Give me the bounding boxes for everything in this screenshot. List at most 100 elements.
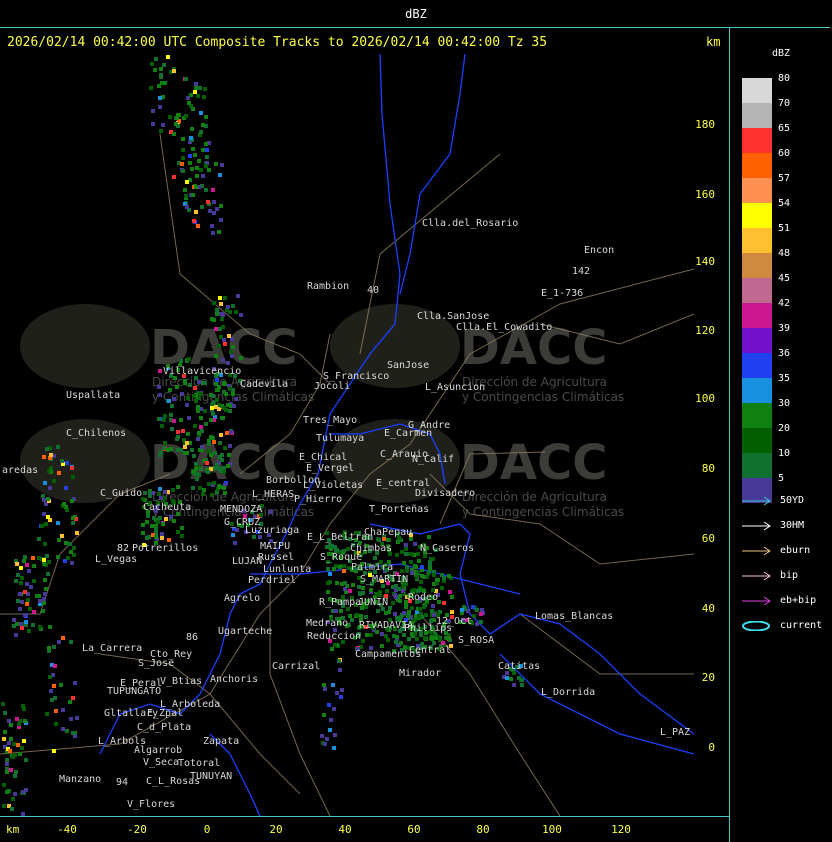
- place-label[interactable]: Jocoli: [314, 381, 350, 392]
- echo-pixel: [194, 399, 198, 403]
- place-label[interactable]: Cacheuta: [143, 502, 191, 513]
- place-label[interactable]: Lunlunta: [263, 564, 311, 575]
- place-label[interactable]: Clla.El_Cowadito: [456, 322, 552, 333]
- place-label[interactable]: TUPUNGATO: [107, 686, 161, 697]
- place-label[interactable]: V_Seca: [143, 757, 179, 768]
- place-label[interactable]: E_1-736: [541, 288, 583, 299]
- place-label[interactable]: ChaPepau: [364, 527, 412, 538]
- place-label[interactable]: L_Asuncion: [425, 382, 485, 393]
- place-label[interactable]: S_Jose: [138, 658, 174, 669]
- place-label[interactable]: Perdriel: [248, 575, 296, 586]
- place-label[interactable]: Reduccion: [307, 631, 361, 642]
- place-label[interactable]: Rodeo: [408, 592, 438, 603]
- echo-pixel: [53, 664, 57, 668]
- place-label[interactable]: Uspallata: [66, 390, 120, 401]
- place-label[interactable]: Clla.del_Rosario: [422, 218, 518, 229]
- place-label[interactable]: N_Caseros: [420, 543, 474, 554]
- echo-pixel: [162, 63, 166, 67]
- place-label[interactable]: S_MARTIN: [360, 574, 408, 585]
- place-label[interactable]: 86: [186, 632, 198, 643]
- place-label[interactable]: Central: [409, 645, 451, 656]
- legend-swatch: [742, 403, 772, 428]
- place-label[interactable]: Clla.SanJose: [417, 311, 489, 322]
- place-label[interactable]: aredas: [2, 465, 38, 476]
- place-label[interactable]: Algarrob: [134, 745, 182, 756]
- place-label[interactable]: Tres_Mayo: [303, 415, 357, 426]
- place-label[interactable]: 40: [367, 285, 379, 296]
- place-label[interactable]: Russel: [258, 552, 294, 563]
- echo-pixel: [427, 570, 431, 574]
- place-label[interactable]: S_ROSA: [458, 635, 494, 646]
- echo-pixel: [194, 86, 198, 90]
- radar-map[interactable]: DACC Dirección de Agricultura y Contingenc…: [0, 54, 694, 816]
- place-label[interactable]: Villavicencio: [163, 366, 241, 377]
- place-label[interactable]: Ugarteche: [218, 626, 272, 637]
- place-label[interactable]: JUNIN: [358, 597, 388, 608]
- place-label[interactable]: L_Vegas: [95, 554, 137, 565]
- echo-pixel: [60, 534, 64, 538]
- place-label[interactable]: Rambion: [307, 281, 349, 292]
- place-label[interactable]: Encon: [584, 245, 614, 256]
- place-label[interactable]: E_Vergel: [306, 463, 354, 474]
- place-label[interactable]: T_Porteñas: [369, 504, 429, 515]
- place-label[interactable]: Cadevila: [240, 379, 288, 390]
- place-label[interactable]: E_Chical: [299, 452, 347, 463]
- place-label[interactable]: E_Zpal: [147, 708, 183, 719]
- place-label[interactable]: 142: [572, 266, 590, 277]
- echo-pixel: [158, 516, 162, 520]
- place-label[interactable]: 94: [116, 777, 128, 788]
- place-label[interactable]: L_HERAS: [252, 489, 294, 500]
- place-label[interactable]: SanJose: [387, 360, 429, 371]
- legend-swatch: [742, 178, 772, 203]
- place-label[interactable]: V_Btias: [160, 676, 202, 687]
- echo-pixel: [235, 528, 239, 532]
- place-label[interactable]: L_Dorrida: [541, 687, 595, 698]
- place-label[interactable]: C_d_Plata: [137, 722, 191, 733]
- place-label[interactable]: LUJAN: [232, 556, 262, 567]
- place-label[interactable]: MAIPU: [260, 541, 290, 552]
- x-axis: -40 -20 0 20 40 60 80 100 120: [0, 817, 694, 842]
- place-label[interactable]: E_Carmen: [384, 428, 432, 439]
- map-canvas[interactable]: DACCDirección de Agriculturay Contingenc…: [0, 54, 694, 816]
- place-label[interactable]: C_Chilenos: [66, 428, 126, 439]
- echo-pixel: [48, 486, 52, 490]
- echo-pixel: [11, 797, 15, 801]
- place-label[interactable]: V_Flores: [127, 799, 175, 810]
- place-label[interactable]: Medrano: [306, 618, 348, 629]
- place-label[interactable]: Phillips: [404, 623, 452, 634]
- place-label[interactable]: P_Hierro: [294, 494, 342, 505]
- echo-pixel: [331, 683, 335, 687]
- place-label[interactable]: Totoral: [178, 758, 220, 769]
- echo-pixel: [373, 556, 377, 560]
- place-label[interactable]: Catitas: [498, 661, 540, 672]
- km-label-top: km: [706, 35, 721, 49]
- place-label[interactable]: Borbollon: [266, 475, 320, 486]
- echo-pixel: [14, 770, 18, 774]
- track-label: current: [780, 620, 823, 631]
- place-label[interactable]: La_Carrera: [82, 643, 142, 654]
- echo-pixel: [157, 492, 161, 496]
- place-label[interactable]: Manzano: [59, 774, 101, 785]
- place-label[interactable]: Carrizal: [272, 661, 320, 672]
- place-label[interactable]: Zapata: [203, 736, 239, 747]
- place-label[interactable]: Agrelo: [224, 593, 260, 604]
- place-label[interactable]: Mirador: [399, 668, 441, 679]
- place-label[interactable]: C_L_Rosas: [146, 776, 200, 787]
- place-label[interactable]: Palmira: [351, 562, 393, 573]
- place-label[interactable]: Tulumaya: [316, 433, 364, 444]
- place-label[interactable]: MENDOZA: [220, 504, 262, 515]
- place-label[interactable]: Potrerillos: [132, 543, 198, 554]
- place-label[interactable]: C_Guido: [100, 488, 142, 499]
- place-label[interactable]: R_Pampa: [319, 597, 361, 608]
- place-label[interactable]: L_PAZ: [660, 727, 690, 738]
- echo-pixel: [480, 608, 484, 612]
- echo-pixel: [192, 394, 196, 398]
- place-label[interactable]: 82: [117, 543, 129, 554]
- echo-pixel: [31, 556, 35, 560]
- place-label[interactable]: Luzuriaga: [245, 525, 299, 536]
- place-label[interactable]: Anchoris: [210, 674, 258, 685]
- place-label[interactable]: Divisadero: [415, 488, 475, 499]
- echo-pixel: [212, 440, 216, 444]
- place-label[interactable]: N_Calif: [412, 454, 454, 465]
- place-label[interactable]: Lomas_Blancas: [535, 611, 613, 622]
